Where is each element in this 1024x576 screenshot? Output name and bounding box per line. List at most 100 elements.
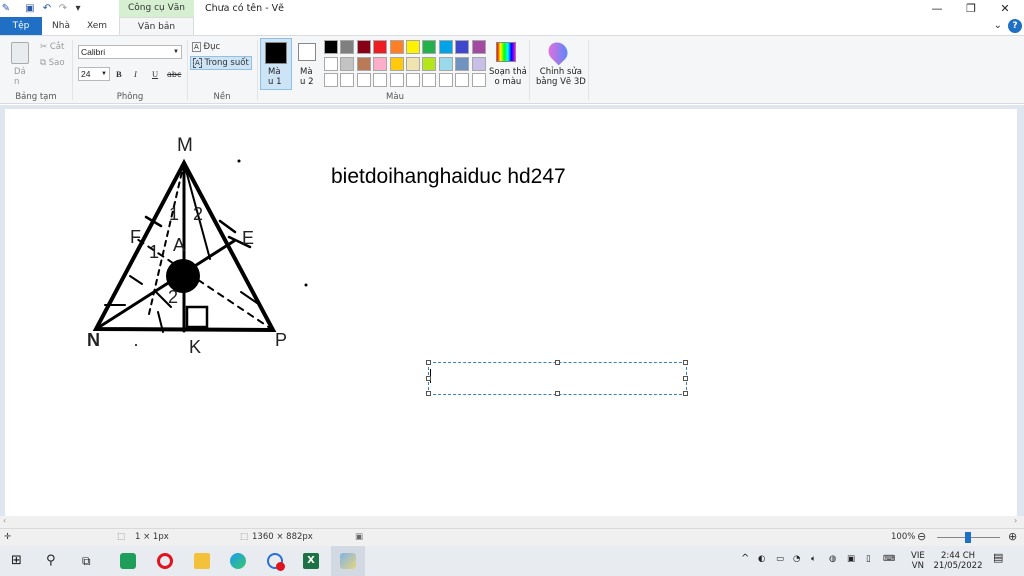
color-swatch[interactable] bbox=[471, 40, 486, 54]
paste-icon[interactable] bbox=[11, 42, 29, 64]
scroll-right-icon[interactable]: › bbox=[1014, 516, 1017, 525]
text-box-selection[interactable] bbox=[426, 360, 688, 396]
italic-button[interactable]: I bbox=[134, 69, 137, 79]
resize-handle[interactable] bbox=[555, 391, 560, 396]
windows-start-icon[interactable]: ⊞ bbox=[11, 553, 27, 569]
undo-icon[interactable]: ↶ bbox=[41, 3, 53, 15]
paint3d-icon[interactable] bbox=[544, 38, 572, 66]
drawing-canvas[interactable]: M N P K E A F 1 2 1 2 bietdoihanghaiduc … bbox=[5, 109, 1017, 516]
save-icon[interactable]: ▣ bbox=[24, 3, 36, 15]
file-explorer-icon[interactable] bbox=[194, 553, 210, 569]
color-swatch[interactable] bbox=[438, 73, 453, 87]
color-swatch[interactable] bbox=[455, 56, 470, 71]
edge-icon[interactable] bbox=[230, 553, 246, 569]
color-swatch[interactable] bbox=[406, 73, 420, 87]
customize-qat-icon[interactable]: ▾ bbox=[72, 3, 84, 15]
opera-icon[interactable] bbox=[157, 553, 173, 569]
resize-handle[interactable] bbox=[555, 360, 560, 365]
battery-icon[interactable]: ▭ bbox=[776, 554, 784, 564]
edit-colors-icon[interactable] bbox=[496, 42, 516, 62]
color-swatch[interactable] bbox=[438, 56, 453, 71]
color-swatch[interactable] bbox=[340, 73, 355, 87]
redo-icon[interactable]: ↷ bbox=[57, 3, 69, 15]
task-view-icon[interactable]: ⧉ bbox=[82, 553, 98, 569]
network-icon[interactable]: ◔ bbox=[793, 554, 800, 564]
zoom-in-icon[interactable]: ⊕ bbox=[1008, 530, 1017, 543]
resize-handle[interactable] bbox=[426, 360, 431, 365]
scroll-left-icon[interactable]: ‹ bbox=[3, 516, 6, 525]
clock[interactable]: 2:44 CH 21/05/2022 bbox=[933, 551, 983, 571]
collapse-ribbon-icon[interactable]: ⌄ bbox=[994, 20, 1002, 31]
transparent-button[interactable]: A Trong suốt bbox=[190, 56, 252, 70]
search-icon[interactable]: ⚲ bbox=[46, 553, 62, 569]
tab-view[interactable]: Xem bbox=[80, 17, 114, 35]
minimize-button[interactable]: — bbox=[920, 0, 954, 18]
resize-handle[interactable] bbox=[426, 376, 431, 381]
copy-button[interactable]: ⧉ Sao bbox=[40, 58, 65, 68]
restore-button[interactable]: ❐ bbox=[954, 0, 988, 18]
color-swatch[interactable] bbox=[324, 73, 338, 87]
color-swatch[interactable] bbox=[471, 73, 486, 87]
resize-handle[interactable] bbox=[683, 376, 688, 381]
paint-app-icon[interactable]: ✎ bbox=[0, 3, 12, 15]
color-swatch[interactable] bbox=[356, 56, 371, 71]
resize-handle[interactable] bbox=[683, 391, 688, 396]
color-swatch[interactable] bbox=[389, 40, 404, 54]
color-swatch[interactable] bbox=[389, 56, 404, 71]
color-swatch[interactable] bbox=[324, 56, 338, 71]
app-download-icon[interactable] bbox=[120, 553, 136, 569]
tab-home[interactable]: Nhà bbox=[44, 17, 78, 35]
color-swatch[interactable] bbox=[373, 40, 388, 54]
taskbar-active-paint[interactable] bbox=[331, 546, 365, 576]
language-indicator[interactable]: VIE VN bbox=[911, 551, 925, 571]
network-globe-icon[interactable]: ◍ bbox=[829, 554, 836, 564]
color-swatch[interactable] bbox=[455, 73, 470, 87]
font-size-select[interactable]: 24 ▼ bbox=[78, 67, 110, 81]
bold-button[interactable]: B bbox=[116, 69, 122, 79]
color-swatch[interactable] bbox=[406, 56, 420, 71]
tab-file[interactable]: Tệp bbox=[0, 17, 42, 35]
tray-monitor-icon[interactable]: ▣ bbox=[847, 554, 855, 564]
zoom-slider-thumb[interactable] bbox=[965, 532, 971, 543]
underline-button[interactable]: U bbox=[152, 69, 158, 79]
paste-button[interactable]: Dá n bbox=[14, 67, 26, 87]
label-angle-2-top: 2 bbox=[193, 204, 204, 224]
color-swatch[interactable] bbox=[340, 40, 355, 54]
keyboard-icon[interactable]: ⌨ bbox=[883, 554, 895, 564]
color2-swatch[interactable] bbox=[298, 43, 316, 61]
tab-text[interactable]: Văn bản bbox=[119, 17, 194, 36]
strikethrough-button[interactable]: abc bbox=[167, 70, 181, 79]
color-swatch[interactable] bbox=[455, 40, 470, 54]
action-center-icon[interactable]: ▤ bbox=[993, 552, 1003, 563]
opaque-button[interactable]: A Đục bbox=[192, 42, 220, 52]
color-swatch[interactable] bbox=[373, 73, 388, 87]
color-swatch[interactable] bbox=[406, 40, 420, 54]
cut-button[interactable]: ✂ Cắt bbox=[40, 42, 64, 52]
resize-handle[interactable] bbox=[426, 391, 431, 396]
edit-colors-button[interactable]: Soạn thả o màu bbox=[489, 67, 527, 87]
show-hidden-icons-icon[interactable]: ^ bbox=[741, 554, 749, 564]
tray-app-icon[interactable]: ◐ bbox=[758, 554, 765, 564]
zoom-out-icon[interactable]: ⊖ bbox=[917, 530, 926, 543]
help-icon[interactable]: ? bbox=[1008, 19, 1022, 33]
excel-icon[interactable]: X bbox=[303, 553, 319, 569]
color-swatch[interactable] bbox=[422, 40, 437, 54]
color-swatch[interactable] bbox=[373, 56, 388, 71]
color2-label: Mà u 2 bbox=[300, 67, 314, 87]
color-swatch[interactable] bbox=[324, 40, 338, 54]
tray-device-icon[interactable]: ▯ bbox=[866, 554, 871, 564]
color-swatch[interactable] bbox=[438, 40, 453, 54]
color-swatch[interactable] bbox=[340, 56, 355, 71]
edit-with-paint3d-button[interactable]: Chỉnh sửa bằng Vẽ 3D bbox=[536, 67, 586, 87]
color-swatch[interactable] bbox=[356, 73, 371, 87]
font-family-select[interactable]: Calibri ▼ bbox=[78, 45, 182, 59]
volume-icon[interactable]: 🔈︎ bbox=[811, 554, 816, 564]
resize-handle[interactable] bbox=[683, 360, 688, 365]
horizontal-scrollbar[interactable]: ‹ › bbox=[0, 516, 1024, 528]
color-swatch[interactable] bbox=[422, 73, 437, 87]
color-swatch[interactable] bbox=[356, 40, 371, 54]
close-button[interactable]: ✕ bbox=[988, 0, 1022, 18]
color-swatch[interactable] bbox=[422, 56, 437, 71]
color-swatch[interactable] bbox=[471, 56, 486, 71]
color-swatch[interactable] bbox=[389, 73, 404, 87]
